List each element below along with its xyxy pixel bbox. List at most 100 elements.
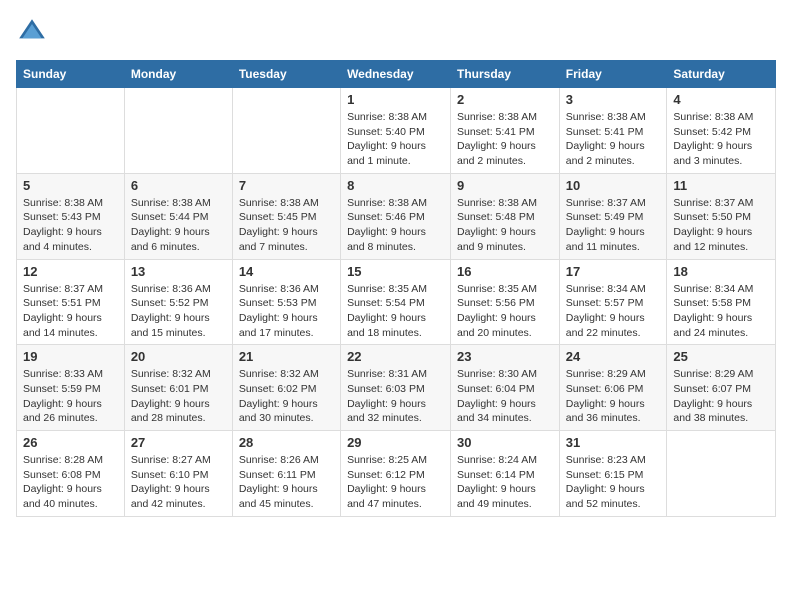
day-info: Sunrise: 8:23 AMSunset: 6:15 PMDaylight:…: [566, 453, 661, 512]
day-info-line: Sunset: 5:44 PM: [131, 211, 209, 223]
day-number: 6: [131, 178, 226, 193]
day-number: 10: [566, 178, 661, 193]
day-info-line: and 47 minutes.: [347, 498, 422, 510]
day-number: 25: [673, 349, 769, 364]
page-header: [16, 16, 776, 48]
day-number: 30: [457, 435, 553, 450]
day-info-line: Daylight: 9 hours: [566, 398, 645, 410]
day-info-line: and 7 minutes.: [239, 241, 308, 253]
day-info-line: Sunset: 5:48 PM: [457, 211, 535, 223]
column-header-wednesday: Wednesday: [341, 61, 451, 88]
day-info-line: Daylight: 9 hours: [239, 483, 318, 495]
day-number: 24: [566, 349, 661, 364]
calendar-cell: 12Sunrise: 8:37 AMSunset: 5:51 PMDayligh…: [17, 259, 125, 345]
day-info-line: Sunrise: 8:37 AM: [566, 197, 646, 209]
day-number: 3: [566, 92, 661, 107]
day-number: 13: [131, 264, 226, 279]
calendar-cell: 16 Sunrise: 8:35 AMSunset: 5:56 PMDayligh…: [451, 259, 560, 345]
day-number: 1: [347, 92, 444, 107]
calendar-cell: 10 Sunrise: 8:37 AMSunset: 5:49 PMDayligh…: [559, 173, 667, 259]
day-info-line: Daylight: 9 hours: [347, 398, 426, 410]
day-info-line: and 2 minutes.: [457, 155, 526, 167]
day-info-line: Daylight: 9 hours: [673, 398, 752, 410]
day-info-line: Sunrise: 8:29 AM: [566, 368, 646, 380]
day-info-line: and 30 minutes.: [239, 412, 314, 424]
day-number: 2: [457, 92, 553, 107]
day-info-line: and 17 minutes.: [239, 327, 314, 339]
day-info: Sunrise: 8:24 AMSunset: 6:14 PMDaylight:…: [457, 453, 553, 512]
day-info-line: Sunrise: 8:38 AM: [347, 111, 427, 123]
day-number: 11: [673, 178, 769, 193]
day-info-line: Sunrise: 8:36 AM: [131, 283, 211, 295]
calendar-cell: 18Sunrise: 8:34 AMSunset: 5:58 PMDayligh…: [667, 259, 776, 345]
day-info: Sunrise: 8:28 AMSunset: 6:08 PMDaylight:…: [23, 453, 118, 512]
day-info-line: and 8 minutes.: [347, 241, 416, 253]
day-number: 23: [457, 349, 553, 364]
day-info: Sunrise: 8:26 AMSunset: 6:11 PMDaylight:…: [239, 453, 334, 512]
day-info-line: Sunrise: 8:38 AM: [131, 197, 211, 209]
day-info-line: Sunset: 6:08 PM: [23, 469, 101, 481]
day-info-line: Sunset: 6:07 PM: [673, 383, 751, 395]
calendar-week-row: 19Sunrise: 8:33 AMSunset: 5:59 PMDayligh…: [17, 345, 776, 431]
calendar-cell: 9Sunrise: 8:38 AMSunset: 5:48 PMDaylight…: [451, 173, 560, 259]
day-info-line: Sunrise: 8:32 AM: [239, 368, 319, 380]
day-number: 16: [457, 264, 553, 279]
day-info-line: Sunrise: 8:38 AM: [566, 111, 646, 123]
day-info-line: Sunrise: 8:38 AM: [23, 197, 103, 209]
day-info-line: Daylight: 9 hours: [131, 226, 210, 238]
day-info-line: Daylight: 9 hours: [457, 483, 536, 495]
calendar-table: SundayMondayTuesdayWednesdayThursdayFrid…: [16, 60, 776, 517]
day-info: Sunrise: 8:35 AMSunset: 5:56 PMDaylight:…: [457, 282, 553, 341]
day-info-line: and 11 minutes.: [566, 241, 640, 253]
column-header-saturday: Saturday: [667, 61, 776, 88]
day-info: Sunrise: 8:36 AMSunset: 5:52 PMDaylight:…: [131, 282, 226, 341]
day-number: 9: [457, 178, 553, 193]
day-info-line: and 38 minutes.: [673, 412, 748, 424]
day-info-line: Daylight: 9 hours: [457, 140, 536, 152]
day-info-line: Daylight: 9 hours: [239, 226, 318, 238]
day-info-line: and 4 minutes.: [23, 241, 92, 253]
column-header-sunday: Sunday: [17, 61, 125, 88]
day-info-line: Sunset: 5:59 PM: [23, 383, 101, 395]
calendar-cell: 29Sunrise: 8:25 AMSunset: 6:12 PMDayligh…: [341, 431, 451, 517]
day-info: Sunrise: 8:25 AMSunset: 6:12 PMDaylight:…: [347, 453, 444, 512]
calendar-cell: [232, 88, 340, 174]
calendar-week-row: 5Sunrise: 8:38 AMSunset: 5:43 PMDaylight…: [17, 173, 776, 259]
day-info-line: and 20 minutes.: [457, 327, 532, 339]
day-info: Sunrise: 8:34 AMSunset: 5:57 PMDaylight:…: [566, 282, 661, 341]
day-info-line: Sunrise: 8:35 AM: [457, 283, 537, 295]
calendar-cell: 11Sunrise: 8:37 AMSunset: 5:50 PMDayligh…: [667, 173, 776, 259]
calendar-header-row: SundayMondayTuesdayWednesdayThursdayFrid…: [17, 61, 776, 88]
day-number: 18: [673, 264, 769, 279]
day-info-line: Sunset: 5:58 PM: [673, 297, 751, 309]
day-info-line: Sunset: 6:06 PM: [566, 383, 644, 395]
day-info: Sunrise: 8:38 AMSunset: 5:45 PMDaylight:…: [239, 196, 334, 255]
day-info-line: and 36 minutes.: [566, 412, 641, 424]
day-info: Sunrise: 8:38 AMSunset: 5:40 PMDaylight:…: [347, 110, 444, 169]
day-info-line: and 6 minutes.: [131, 241, 200, 253]
calendar-cell: 20Sunrise: 8:32 AMSunset: 6:01 PMDayligh…: [124, 345, 232, 431]
day-info-line: Daylight: 9 hours: [457, 398, 536, 410]
calendar-cell: [667, 431, 776, 517]
day-number: 31: [566, 435, 661, 450]
day-info-line: Daylight: 9 hours: [131, 398, 210, 410]
column-header-monday: Monday: [124, 61, 232, 88]
calendar-cell: 4Sunrise: 8:38 AMSunset: 5:42 PMDaylight…: [667, 88, 776, 174]
calendar-cell: 5Sunrise: 8:38 AMSunset: 5:43 PMDaylight…: [17, 173, 125, 259]
day-info-line: Daylight: 9 hours: [347, 140, 426, 152]
calendar-cell: 27Sunrise: 8:27 AMSunset: 6:10 PMDayligh…: [124, 431, 232, 517]
day-number: 22: [347, 349, 444, 364]
day-number: 12: [23, 264, 118, 279]
day-info-line: Daylight: 9 hours: [239, 398, 318, 410]
day-info: Sunrise: 8:37 AMSunset: 5:49 PMDaylight:…: [566, 196, 661, 255]
day-info-line: Sunset: 5:43 PM: [23, 211, 101, 223]
day-info-line: and 40 minutes.: [23, 498, 98, 510]
day-info-line: and 3 minutes.: [673, 155, 742, 167]
day-info-line: and 42 minutes.: [131, 498, 206, 510]
day-info-line: Sunset: 6:01 PM: [131, 383, 209, 395]
day-info-line: and 52 minutes.: [566, 498, 641, 510]
day-info-line: and 34 minutes.: [457, 412, 532, 424]
day-info-line: Sunset: 6:04 PM: [457, 383, 535, 395]
day-info-line: Daylight: 9 hours: [347, 483, 426, 495]
day-info-line: Sunset: 5:51 PM: [23, 297, 101, 309]
